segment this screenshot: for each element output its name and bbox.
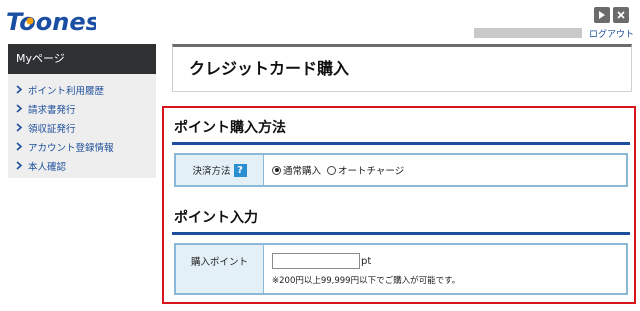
sidebar-item-invoice[interactable]: 請求書発行 xyxy=(8,99,156,118)
sidebar-item-receipt[interactable]: 領収証発行 xyxy=(8,118,156,137)
radio-unchecked-icon[interactable] xyxy=(327,165,337,175)
logo-text: Toones xyxy=(6,8,96,36)
purchase-points-row: 購入ポイント pt ※200円以上99,999円以下でご購入が可能です。 xyxy=(174,243,628,295)
purchase-points-label-cell: 購入ポイント xyxy=(176,245,264,293)
chevron-right-icon xyxy=(16,142,23,151)
sidebar-list: ポイント利用履歴 請求書発行 領収証発行 アカウント登録情報 本人確認 xyxy=(8,74,156,175)
sidebar-item-label: 請求書発行 xyxy=(28,104,76,116)
sidebar: Myページ ポイント利用履歴 請求書発行 領収証発行 アカウント登録情報 本人確… xyxy=(8,44,156,178)
radio-checked-icon[interactable] xyxy=(272,165,281,175)
username-redacted xyxy=(474,28,582,38)
help-icon[interactable]: ? xyxy=(233,163,247,177)
chevron-right-icon xyxy=(16,85,23,94)
chevron-right-icon xyxy=(16,161,23,170)
radio-auto-charge[interactable]: オートチャージ xyxy=(327,163,404,177)
purchase-points-label: 購入ポイント xyxy=(190,257,248,268)
radio-normal-purchase[interactable]: 通常購入 xyxy=(272,163,321,177)
chevron-right-icon xyxy=(16,123,23,132)
sidebar-item-label: 領収証発行 xyxy=(28,123,76,135)
radio-label: オートチャージ xyxy=(338,166,405,177)
close-icon[interactable] xyxy=(613,7,629,23)
points-input-line: pt xyxy=(272,253,626,269)
payment-method-heading: ポイント購入方法 xyxy=(172,117,630,145)
purchase-note: ※200円以上99,999円以下でご購入が可能です。 xyxy=(272,276,461,286)
logout-link[interactable]: ログアウト xyxy=(589,27,634,40)
sidebar-item-label: 本人確認 xyxy=(28,161,67,173)
purchase-points-value: pt ※200円以上99,999円以下でご購入が可能です。 xyxy=(264,245,626,293)
payment-method-label: 決済方法 xyxy=(192,166,231,177)
sidebar-item-label: ポイント利用履歴 xyxy=(28,85,105,97)
payment-method-row: 決済方法 ? 通常購入 オートチャージ xyxy=(174,153,628,187)
toones-logo[interactable]: Toones xyxy=(6,6,100,38)
sidebar-item-label: アカウント登録情報 xyxy=(28,142,114,154)
sidebar-item-account-info[interactable]: アカウント登録情報 xyxy=(8,137,156,156)
points-unit: pt xyxy=(361,255,372,267)
point-input-heading: ポイント入力 xyxy=(172,207,630,235)
payment-method-options: 通常購入 オートチャージ xyxy=(264,155,626,185)
sidebar-item-point-history[interactable]: ポイント利用履歴 xyxy=(8,80,156,99)
page-title-box: クレジットカード購入 xyxy=(172,44,632,92)
play-icon[interactable] xyxy=(594,7,610,23)
chevron-right-icon xyxy=(16,104,23,113)
sidebar-item-identity[interactable]: 本人確認 xyxy=(8,156,156,175)
radio-label: 通常購入 xyxy=(283,166,322,177)
sidebar-title: Myページ xyxy=(8,44,156,74)
page-title: クレジットカード購入 xyxy=(189,59,350,78)
points-input[interactable] xyxy=(272,253,360,269)
payment-method-label-cell: 決済方法 ? xyxy=(176,155,264,185)
